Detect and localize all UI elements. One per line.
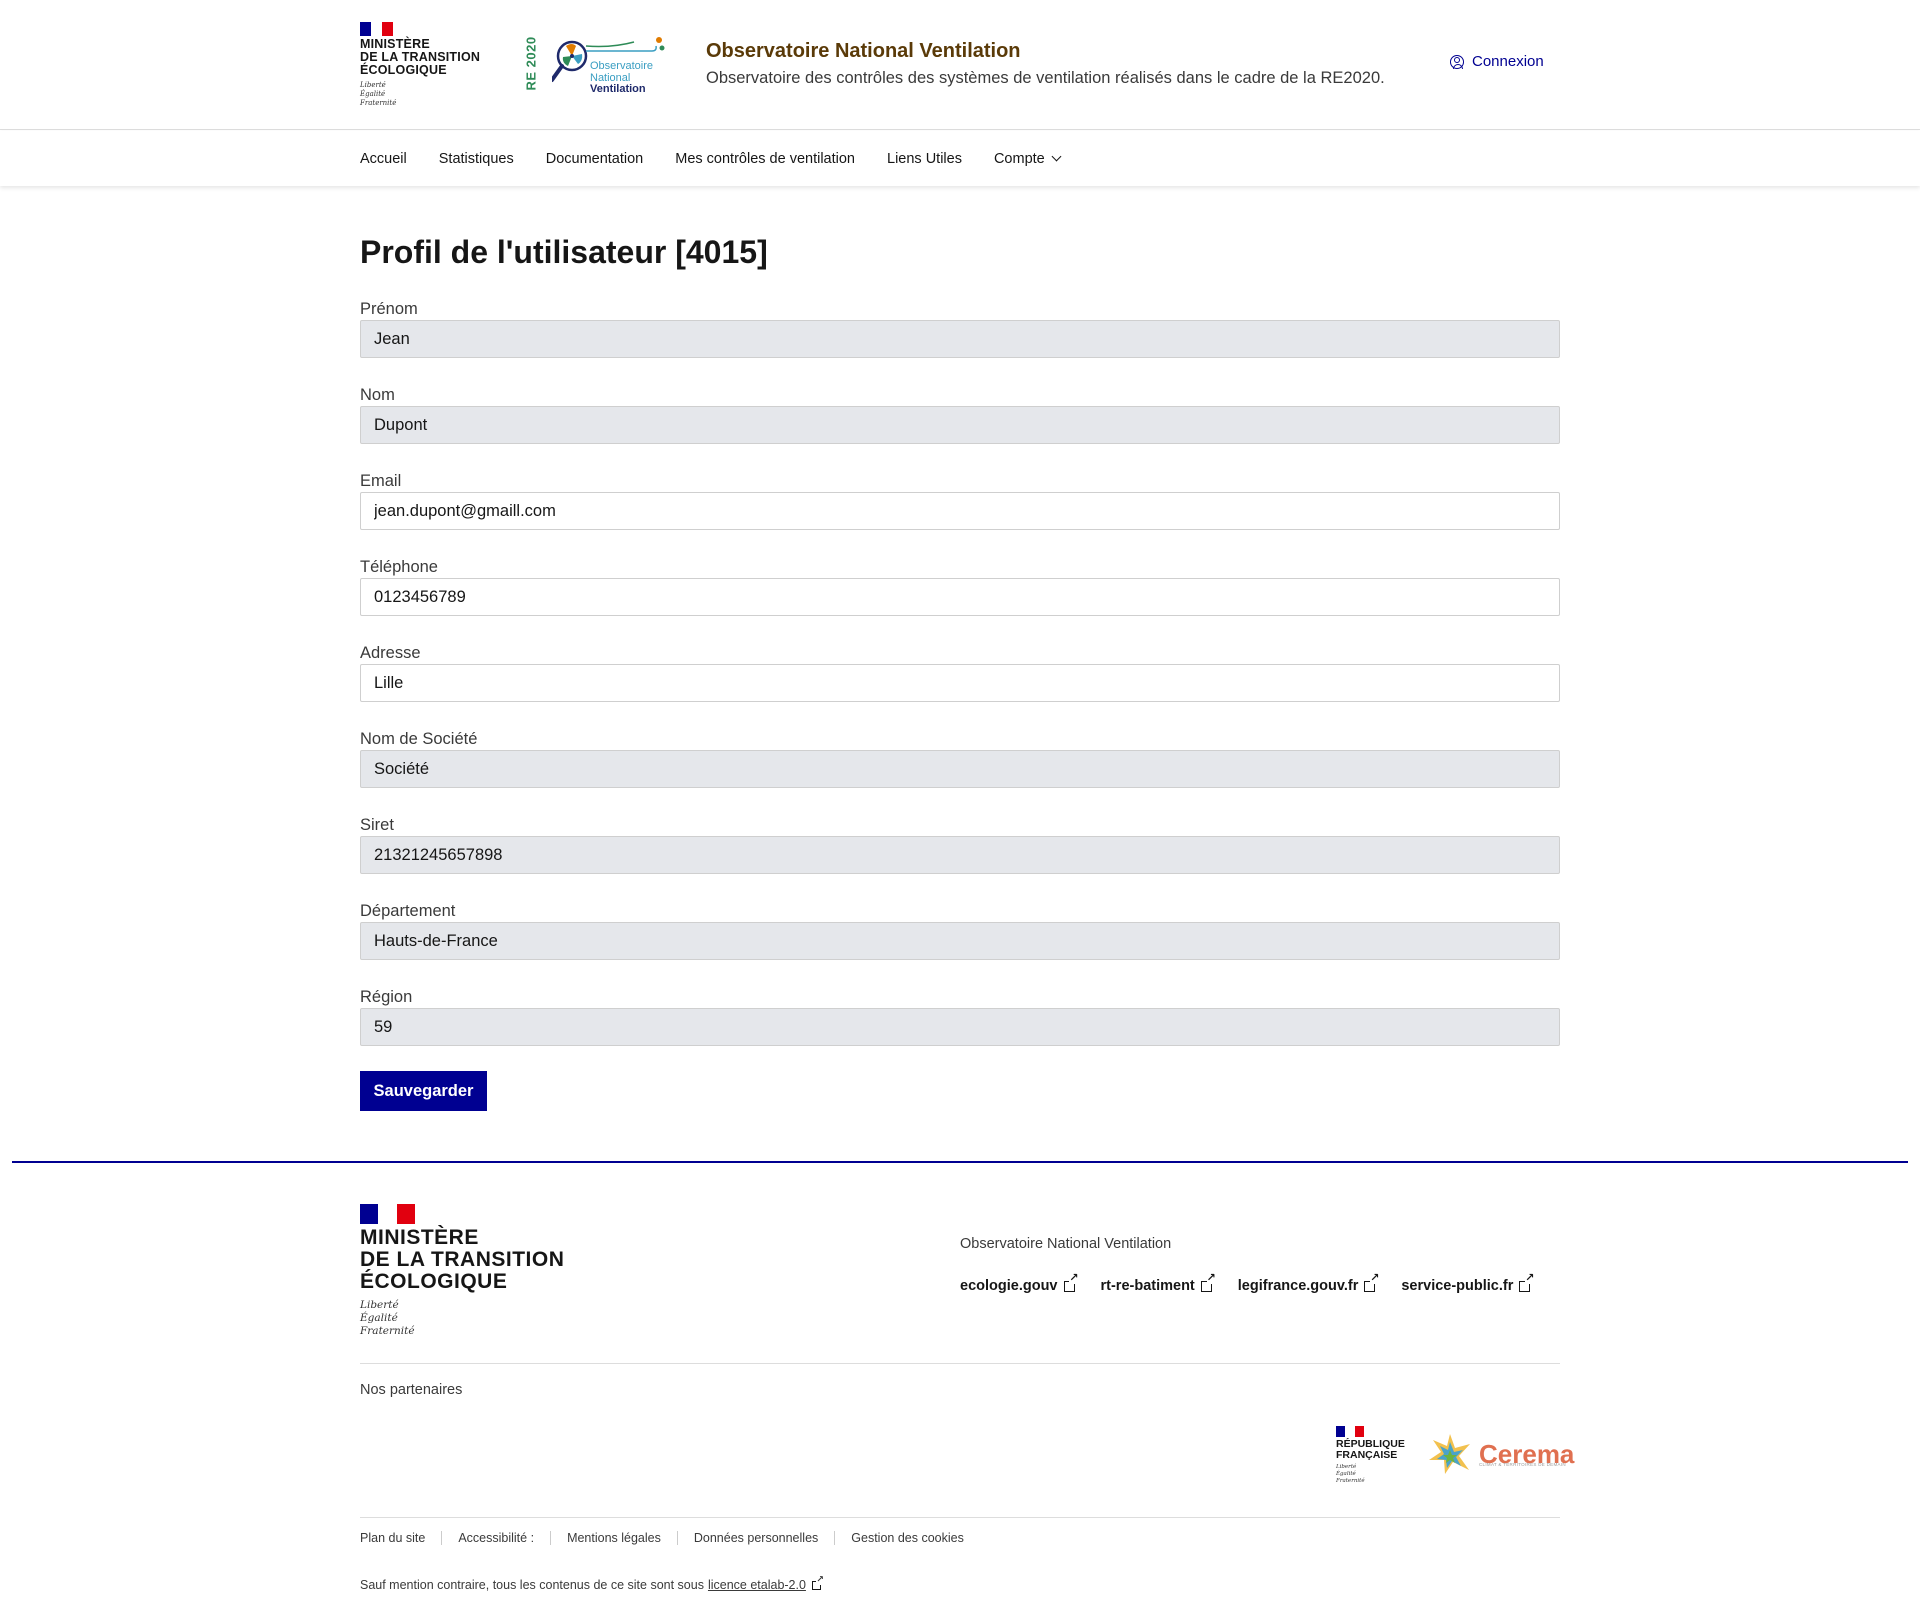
field-label: Siret bbox=[360, 816, 394, 834]
nav-item-compte[interactable]: Compte bbox=[994, 151, 1062, 167]
partner-republique-francaise-logo[interactable]: République Française Liberté Égalité Fra… bbox=[1336, 1426, 1405, 1485]
field-label: Région bbox=[360, 988, 413, 1006]
footer-link-legifrance[interactable]: legifrance.gouv.fr bbox=[1238, 1272, 1380, 1294]
licence-notice: Sauf mention contraire, tous les contenu… bbox=[360, 1573, 824, 1592]
region-input[interactable] bbox=[360, 1008, 1560, 1046]
external-link-icon bbox=[1063, 1272, 1079, 1292]
ministry-logo[interactable]: Ministère de la transition écologique Li… bbox=[360, 22, 480, 108]
nom-input[interactable] bbox=[360, 406, 1560, 444]
link-gestion-cookies[interactable]: Gestion des cookies bbox=[851, 1531, 964, 1545]
external-link-icon bbox=[1519, 1272, 1535, 1292]
external-link-icon bbox=[1200, 1272, 1216, 1292]
re2020-badge: RE 2020 bbox=[523, 36, 539, 91]
french-flag-icon bbox=[360, 22, 393, 36]
footer-link-rt-re-batiment[interactable]: rt-re-batiment bbox=[1101, 1272, 1216, 1294]
field-telephone: Téléphone bbox=[360, 556, 1560, 616]
republic-motto: Liberté Égalité Fraternité bbox=[360, 1299, 415, 1337]
external-link-icon bbox=[1364, 1272, 1380, 1292]
nav-item-liens-utiles[interactable]: Liens Utiles bbox=[887, 151, 962, 167]
separator bbox=[834, 1531, 836, 1545]
site-header: Ministère de la transition écologique Li… bbox=[0, 0, 1920, 130]
footer-description: Observatoire National Ventilation bbox=[960, 1236, 1172, 1252]
link-mentions-legales[interactable]: Mentions légales bbox=[567, 1531, 661, 1545]
field-nom-societe: Nom de Société bbox=[360, 728, 1560, 788]
footer-divider bbox=[360, 1517, 1560, 1518]
link-donnees-personnelles[interactable]: Données personnelles bbox=[694, 1531, 818, 1545]
footer-ministry-logo[interactable]: Ministère de la transition écologique Li… bbox=[360, 1204, 564, 1338]
separator bbox=[550, 1531, 552, 1545]
nav-item-accueil[interactable]: Accueil bbox=[360, 151, 407, 167]
separator bbox=[676, 1531, 678, 1545]
field-label: Adresse bbox=[360, 644, 421, 662]
nom-societe-input[interactable] bbox=[360, 750, 1560, 788]
user-circle-icon bbox=[1450, 54, 1464, 69]
footer-links: ecologie.gouv rt-re-batiment legifrance.… bbox=[960, 1272, 1535, 1294]
login-label: Connexion bbox=[1472, 53, 1544, 70]
partners-title: Nos partenaires bbox=[360, 1382, 463, 1398]
field-region: Région bbox=[360, 986, 1560, 1046]
footer-top-border bbox=[12, 1161, 1908, 1163]
external-link-icon bbox=[811, 1573, 824, 1590]
cerema-star-icon bbox=[1429, 1434, 1470, 1474]
link-accessibilite[interactable]: Accessibilité : bbox=[458, 1531, 534, 1545]
footer-divider bbox=[360, 1363, 1560, 1364]
footer-link-service-public[interactable]: service-public.fr bbox=[1401, 1272, 1535, 1294]
french-flag-icon bbox=[360, 1204, 415, 1224]
field-label: Prénom bbox=[360, 300, 418, 318]
telephone-input[interactable] bbox=[360, 578, 1560, 616]
footer-bottom-links: Plan du site Accessibilité : Mentions lé… bbox=[360, 1531, 964, 1545]
page-title: Profil de l'utilisateur [4015] bbox=[360, 234, 768, 270]
nav-item-statistiques[interactable]: Statistiques bbox=[439, 151, 514, 167]
field-label: Nom bbox=[360, 386, 395, 404]
field-departement: Département bbox=[360, 900, 1560, 960]
field-nom: Nom bbox=[360, 384, 1560, 444]
link-plan-du-site[interactable]: Plan du site bbox=[360, 1531, 425, 1545]
ministry-title: Ministère de la transition écologique bbox=[360, 37, 481, 77]
republic-motto: Liberté Égalité Fraternité bbox=[360, 81, 397, 107]
save-button[interactable]: Sauvegarder bbox=[360, 1071, 487, 1111]
main-nav: Accueil Statistiques Documentation Mes c… bbox=[0, 131, 1920, 186]
field-label: Département bbox=[360, 902, 456, 920]
departement-input[interactable] bbox=[360, 922, 1560, 960]
licence-link[interactable]: licence etalab-2.0 bbox=[708, 1573, 824, 1592]
nav-item-documentation[interactable]: Documentation bbox=[546, 151, 644, 167]
field-label: Nom de Société bbox=[360, 730, 478, 748]
field-prenom: Prénom bbox=[360, 298, 1560, 358]
site-title[interactable]: Observatoire National Ventilation bbox=[706, 40, 1021, 63]
adresse-input[interactable] bbox=[360, 664, 1560, 702]
field-label: Email bbox=[360, 472, 402, 490]
field-siret: Siret bbox=[360, 814, 1560, 874]
onv-logo[interactable]: RE 2020 Observatoire National Ventilatio… bbox=[518, 30, 668, 100]
siret-input[interactable] bbox=[360, 836, 1560, 874]
field-adresse: Adresse bbox=[360, 642, 1560, 702]
email-input[interactable] bbox=[360, 492, 1560, 530]
prenom-input[interactable] bbox=[360, 320, 1560, 358]
partner-cerema-logo[interactable]: Cerema CLIMAT & TERRITOIRES DE DEMAIN bbox=[1425, 1432, 1574, 1476]
nav-item-mes-controles[interactable]: Mes contrôles de ventilation bbox=[675, 151, 855, 167]
field-label: Téléphone bbox=[360, 558, 438, 576]
field-email: Email bbox=[360, 470, 1560, 530]
footer-link-ecologie[interactable]: ecologie.gouv bbox=[960, 1272, 1079, 1294]
separator bbox=[441, 1531, 443, 1545]
french-flag-icon bbox=[1336, 1426, 1364, 1437]
chevron-down-icon bbox=[1051, 151, 1062, 162]
footer-ministry-title: Ministère de la transition écologique bbox=[360, 1226, 565, 1293]
site-tagline: Observatoire des contrôles des systèmes … bbox=[706, 69, 1385, 87]
login-link[interactable]: Connexion bbox=[1450, 53, 1544, 70]
